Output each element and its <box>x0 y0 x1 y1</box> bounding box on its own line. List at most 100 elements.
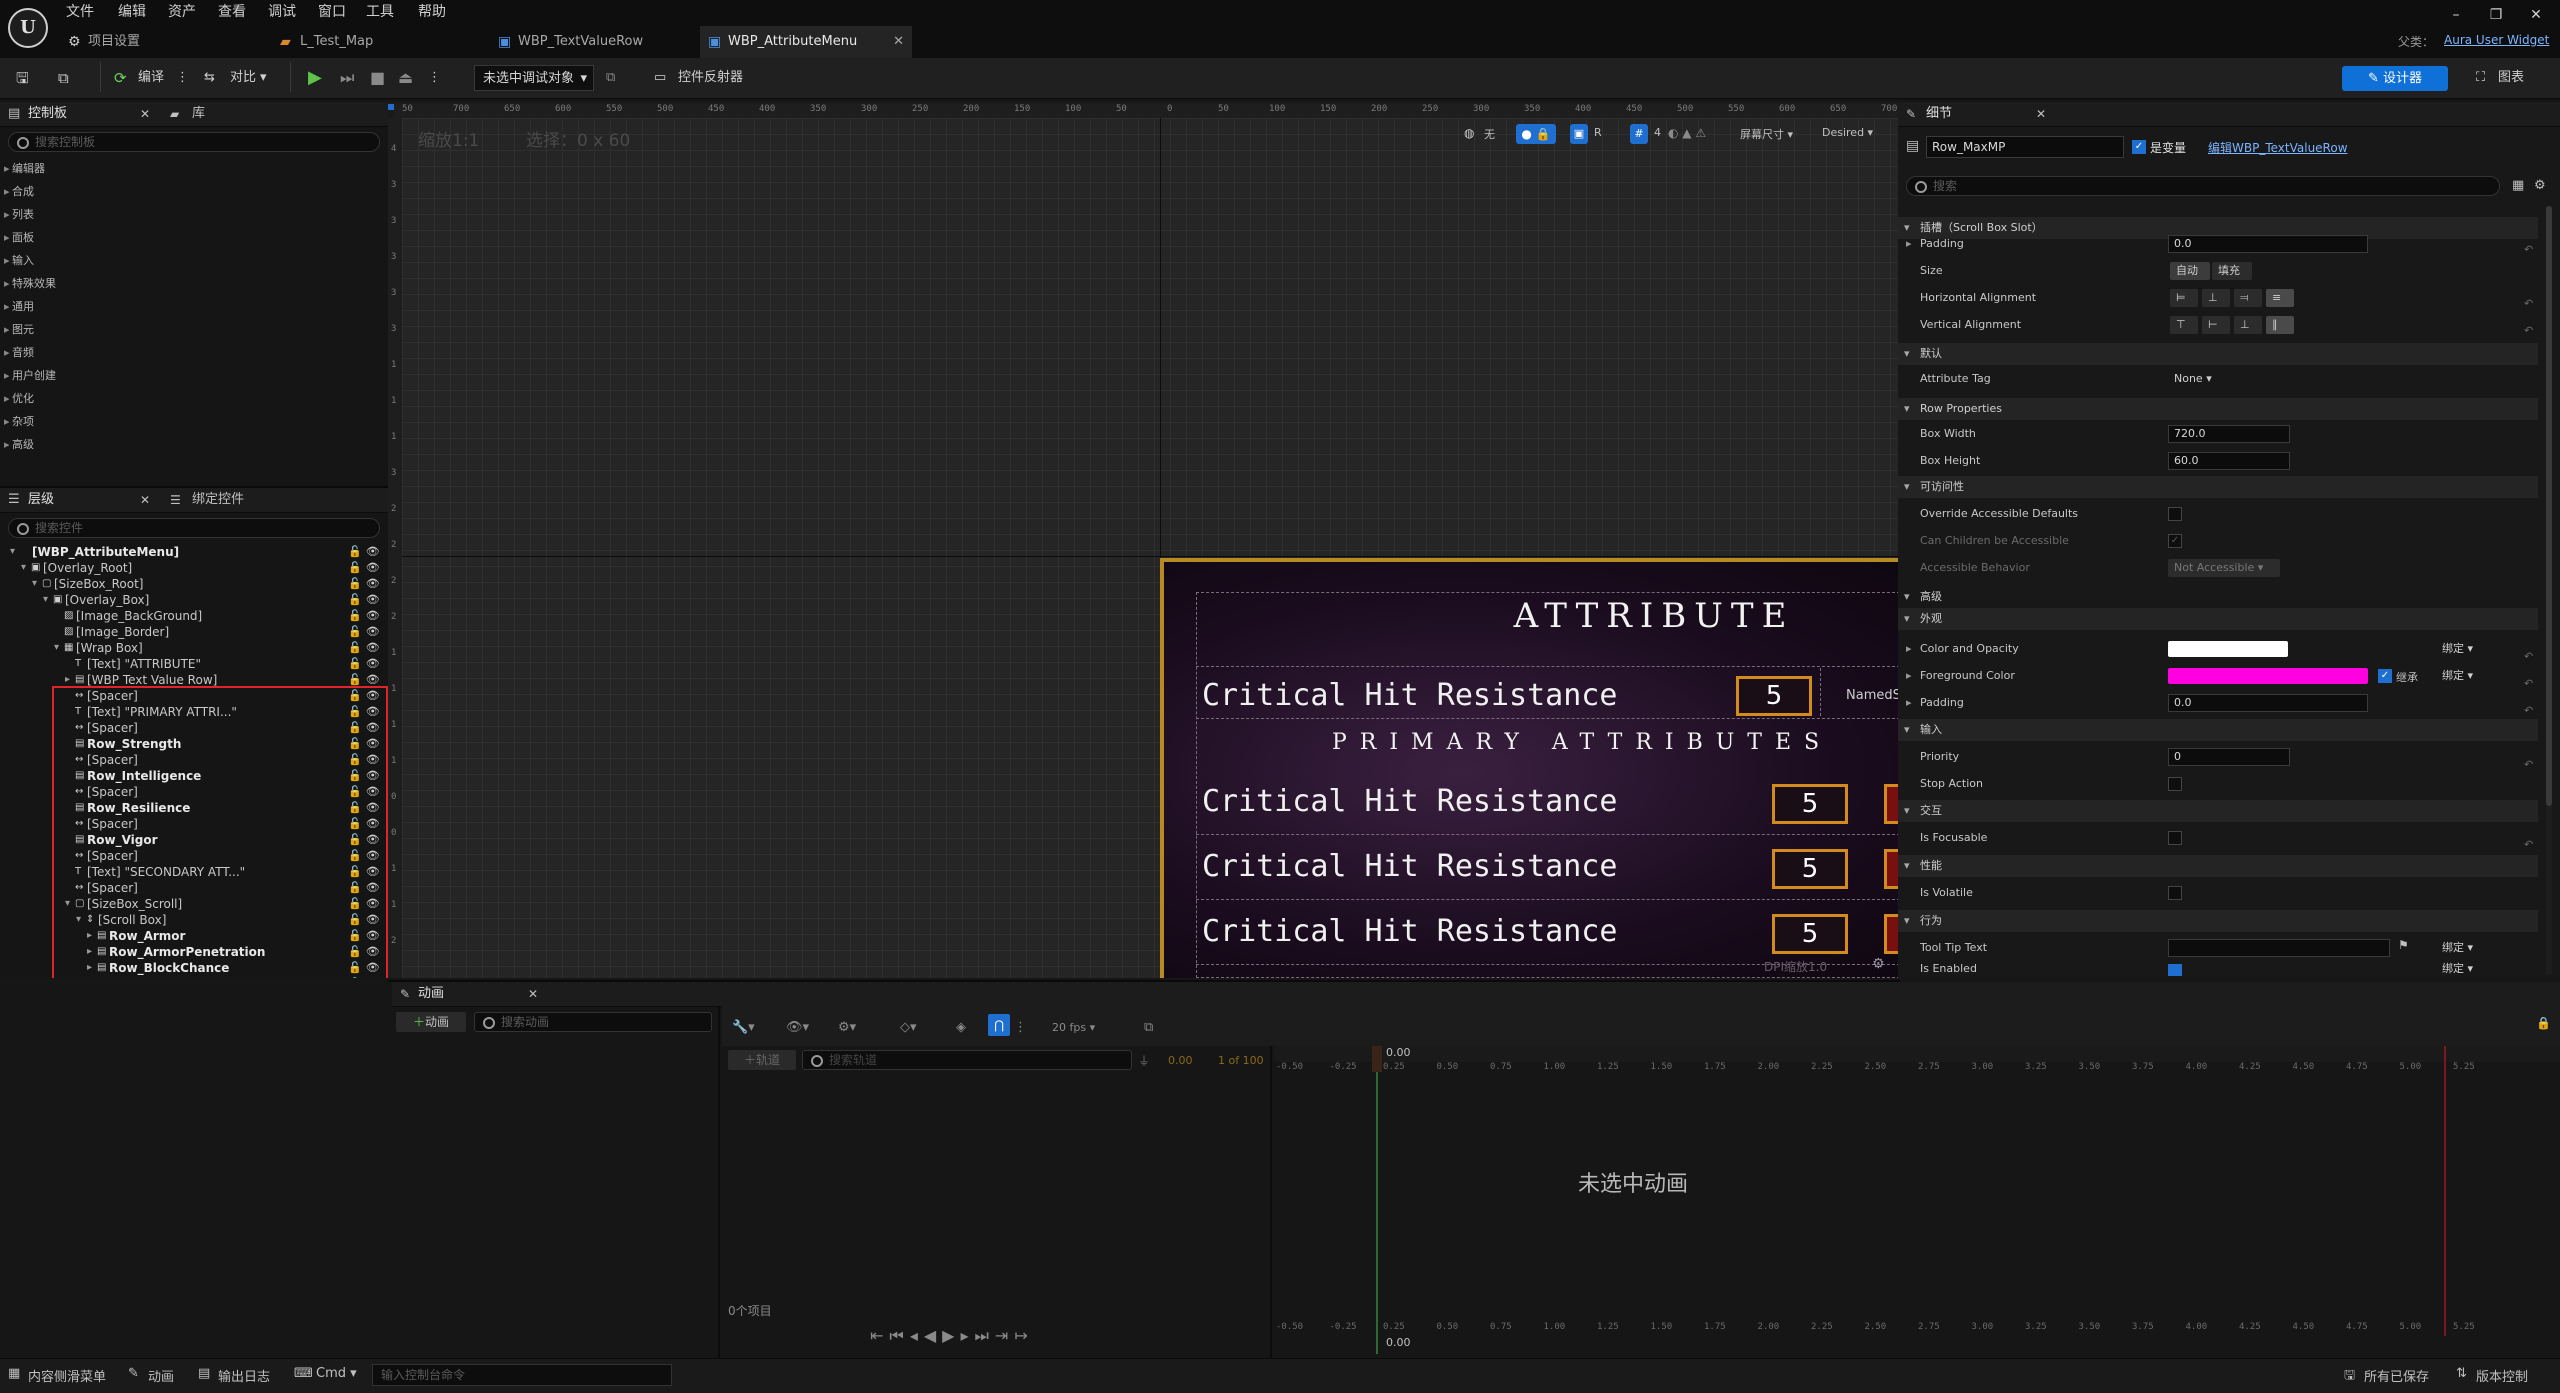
menu-item[interactable]: 查看 <box>218 2 246 22</box>
diff-dropdown-icon[interactable]: ▾ <box>260 66 267 90</box>
hierarchy-row[interactable]: ▾ [WBP_AttributeMenu] 🔓👁 <box>0 544 388 560</box>
details-section-header[interactable]: 交互 <box>1898 800 2538 822</box>
lock-visibility-icons[interactable]: 🔓👁 <box>348 576 384 592</box>
palette-category[interactable]: 面板 <box>4 227 34 249</box>
tab-animation[interactable]: 动画 <box>418 982 444 1006</box>
screen-size-dropdown[interactable]: 屏幕尺寸 ▾ <box>1740 126 1793 142</box>
step-forward-icon[interactable]: ▸ <box>960 1326 974 1345</box>
compile-button[interactable]: 编译 <box>138 66 164 90</box>
loop-icon[interactable]: ↦ <box>1014 1326 1033 1345</box>
edit-widget-link[interactable]: 编辑WBP_TextValueRow <box>2208 139 2348 156</box>
lock-visibility-icons[interactable]: 🔓👁 <box>348 656 384 672</box>
expand-icon[interactable]: ▸ <box>1906 230 1912 257</box>
tab-hierarchy[interactable]: 层级 <box>28 488 54 512</box>
details-section-header[interactable]: 可访问性 <box>1898 476 2538 498</box>
reset-to-default-icon[interactable]: ↶ <box>2524 243 2533 256</box>
animation-search-input[interactable]: 搜索动画 <box>474 1012 712 1032</box>
current-time-field[interactable]: 0.00 <box>1168 1054 1193 1067</box>
fps-dropdown[interactable]: 20 fps ▾ <box>1052 1016 1095 1040</box>
stop-icon[interactable]: ■ <box>370 66 385 90</box>
hierarchy-row[interactable]: ▾ ▣ [Overlay_Box] 🔓👁 <box>0 592 388 608</box>
play-icon[interactable]: ▶ <box>308 66 322 90</box>
menu-item[interactable]: 编辑 <box>118 2 146 22</box>
track-search-input[interactable]: 搜索轨道 <box>802 1050 1132 1070</box>
reset-to-default-icon[interactable]: ↶ <box>2524 297 2533 310</box>
eject-icon[interactable]: ⏏ <box>398 66 413 90</box>
tab-1[interactable]: ⚙ 项目设置 <box>60 26 260 58</box>
animation-drawer-button[interactable]: 动画 <box>148 1366 174 1385</box>
console-input[interactable]: 输入控制台命令 <box>372 1364 672 1386</box>
hierarchy-row[interactable]: ▾ ▣ [Overlay_Root] 🔓👁 <box>0 560 388 576</box>
all-saved-status[interactable]: 所有已保存 <box>2364 1366 2429 1385</box>
priority-field[interactable]: 0 <box>2168 748 2290 766</box>
step-back-icon[interactable]: ◂ <box>910 1326 924 1345</box>
hierarchy-row[interactable]: ▾ ▦ [Wrap Box] 🔓👁 <box>0 640 388 656</box>
lock-visibility-icons[interactable]: 🔓👁 <box>348 608 384 624</box>
reset-to-default-icon[interactable]: ↶ <box>2524 650 2533 663</box>
graph-mode-button[interactable]: 图表 <box>2498 66 2524 90</box>
parent-class-link[interactable]: Aura User Widget <box>2444 33 2549 47</box>
palette-category[interactable]: 高级 <box>4 434 34 456</box>
reset-to-default-icon[interactable]: ↶ <box>2524 758 2533 771</box>
expand-icon[interactable]: ▸ <box>1906 689 1912 716</box>
hierarchy-row[interactable]: T [Text] "ATTRIBUTE" 🔓👁 <box>0 656 388 672</box>
palette-category[interactable]: 用户创建 <box>4 365 56 387</box>
palette-category[interactable]: 通用 <box>4 296 34 318</box>
valign-top-icon[interactable]: ⊤ <box>2170 316 2198 334</box>
fill-screen-dropdown[interactable]: Desired ▾ <box>1822 126 1873 139</box>
refresh-r-label[interactable]: R <box>1594 126 1602 139</box>
prev-key-icon[interactable]: ⏮ <box>889 1326 909 1345</box>
tab-close-icon[interactable]: ✕ <box>893 26 904 58</box>
expand-icon[interactable]: ▸ <box>1906 662 1912 689</box>
compile-options-icon[interactable]: ⋮ <box>176 66 189 90</box>
jump-start-icon[interactable]: ⇤ <box>870 1326 889 1345</box>
palette-category[interactable]: 合成 <box>4 181 34 203</box>
lock-visibility-icons[interactable]: 🔓👁 <box>348 592 384 608</box>
hierarchy-close-icon[interactable]: ✕ <box>140 488 150 512</box>
valign-bottom-icon[interactable]: ⊥ <box>2234 316 2262 334</box>
lock-visibility-icons[interactable]: 🔓👁 <box>348 640 384 656</box>
padding2-field[interactable]: 0.0 <box>2168 694 2368 712</box>
lock-icon[interactable]: 🔒 <box>2536 1016 2551 1030</box>
property-matrix-icon[interactable]: ▦ <box>2512 178 2524 193</box>
content-drawer-button[interactable]: 内容侧滑菜单 <box>28 1366 106 1385</box>
tooltip-bind-dropdown[interactable]: 绑定 ▾ <box>2436 939 2496 957</box>
details-section-header[interactable]: 行为 <box>1898 910 2538 932</box>
attribute-tag-dropdown[interactable]: None ▾ <box>2168 370 2220 388</box>
next-key-icon[interactable]: ⏭ <box>975 1326 995 1345</box>
play-options-icon[interactable]: ⋮ <box>428 66 441 90</box>
expand-arrow-icon[interactable]: ▾ <box>21 560 26 576</box>
expand-arrow-icon[interactable]: ▾ <box>10 544 15 560</box>
grid-snap-value[interactable]: 4 <box>1654 126 1661 139</box>
hierarchy-row[interactable]: ▨ [Image_BackGround] 🔓👁 <box>0 608 388 624</box>
details-settings-icon[interactable]: ⚙ <box>2534 178 2546 193</box>
lock-visibility-icons[interactable]: 🔓👁 <box>348 560 384 576</box>
details-close-icon[interactable]: ✕ <box>2036 102 2046 126</box>
reset-to-default-icon[interactable]: ↶ <box>2524 838 2533 851</box>
palette-search-input[interactable]: 搜索控制板 <box>8 132 380 152</box>
playhead-handle[interactable] <box>1372 1046 1382 1072</box>
details-scrollbar-thumb[interactable] <box>2546 206 2552 806</box>
diff-icon[interactable]: ⇆ <box>204 66 215 90</box>
override-checkbox[interactable] <box>2168 507 2182 521</box>
dpi-preview-icon[interactable]: ◐ ▲ ⚠ <box>1668 126 1706 140</box>
play-forward-icon[interactable]: ▶ <box>942 1326 960 1345</box>
palette-category[interactable]: 编辑器 <box>4 158 45 180</box>
version-control-button[interactable]: 版本控制 <box>2476 1366 2528 1385</box>
locale-none-label[interactable]: 无 <box>1484 126 1495 142</box>
key-tools-icon[interactable]: ⚙▾ <box>838 1016 856 1040</box>
maximize-icon[interactable]: ❐ <box>2476 4 2516 26</box>
diff-button[interactable]: 对比 <box>230 66 256 90</box>
valign-fill-icon[interactable]: ∥ <box>2266 316 2294 334</box>
expand-arrow-icon[interactable]: ▾ <box>54 640 59 656</box>
box-height-field[interactable]: 60.0 <box>2168 452 2290 470</box>
menu-item[interactable]: 工具 <box>366 2 394 22</box>
details-section-header[interactable]: 默认 <box>1898 343 2538 365</box>
color-opacity-swatch[interactable] <box>2168 641 2288 657</box>
tab-bind-widgets[interactable]: 绑定控件 <box>192 488 244 512</box>
menu-item[interactable]: 调试 <box>268 2 296 22</box>
locale-icon[interactable]: ◍ <box>1464 126 1474 140</box>
palette-category[interactable]: 优化 <box>4 388 34 410</box>
animation-close-icon[interactable]: ✕ <box>528 982 538 1006</box>
enabled-bind-dropdown[interactable]: 绑定 ▾ <box>2436 962 2496 976</box>
